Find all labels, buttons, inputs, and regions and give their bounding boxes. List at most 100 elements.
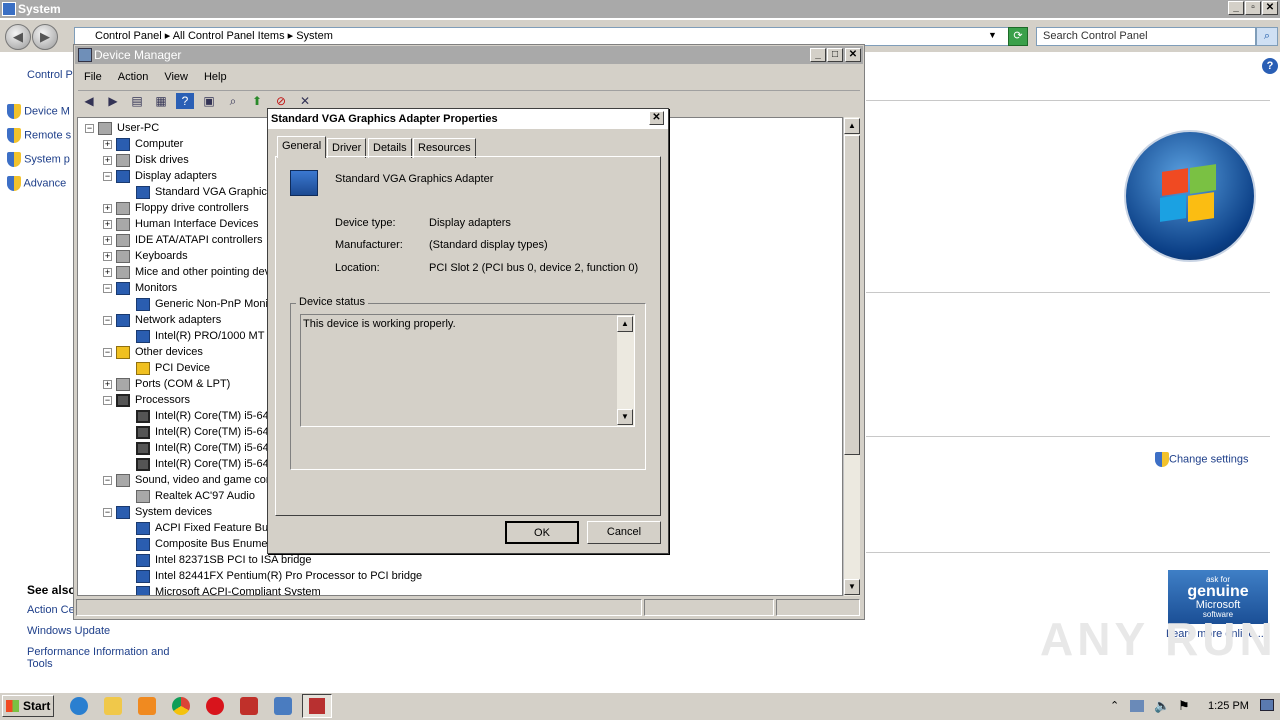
tree-device[interactable]: Realtek AC'97 Audio [136,488,255,504]
expand-toggle[interactable]: + [103,140,112,149]
expand-toggle[interactable]: + [103,252,112,261]
collapse-toggle[interactable]: − [85,124,94,133]
sidebar-link-system-protection[interactable]: System p [7,152,70,167]
back-arrow-icon[interactable]: ◀ [80,93,98,109]
collapse-toggle[interactable]: − [103,508,112,517]
tree-category[interactable]: System devices [116,504,212,520]
help-icon[interactable]: ? [176,93,194,109]
internet-explorer-icon[interactable] [70,697,88,715]
tree-category[interactable]: Computer [116,136,183,152]
malware-app-icon[interactable] [240,697,258,715]
start-button[interactable]: Start [2,695,54,717]
tree-device[interactable]: PCI Device [136,360,210,376]
tray-show-hidden-icon[interactable]: ⌃ [1110,699,1119,712]
expand-toggle[interactable]: + [103,204,112,213]
dm-close-button[interactable]: ✕ [845,48,861,62]
chrome-icon[interactable] [172,697,190,715]
sidebar-link-advanced[interactable]: Advance [7,176,66,191]
expand-toggle[interactable]: + [103,380,112,389]
tree-category[interactable]: User-PC [98,120,159,136]
breadcrumb-control-panel[interactable]: Control Panel [95,30,162,42]
status-scrollbar[interactable]: ▲ ▼ [617,315,634,426]
ok-button[interactable]: OK [505,521,579,544]
media-player-icon[interactable] [138,697,156,715]
tab-general[interactable]: General [277,136,327,158]
disable-device-icon[interactable]: ⊘ [272,93,290,109]
menu-view[interactable]: View [164,71,188,83]
clock[interactable]: 1:25 PM [1208,700,1249,712]
network-tray-icon[interactable] [1130,700,1144,712]
breadcrumb-all-items[interactable]: All Control Panel Items [173,30,285,42]
uninstall-device-icon[interactable]: ✕ [296,93,314,109]
dm-scrollbar[interactable]: ▲ ▼ [843,117,860,596]
menu-action[interactable]: Action [118,71,149,83]
menu-file[interactable]: File [84,71,102,83]
expand-toggle[interactable]: + [103,220,112,229]
tree-category[interactable]: Keyboards [116,248,188,264]
scroll-down-button[interactable]: ▼ [844,579,860,595]
device-status-textbox[interactable]: This device is working properly. ▲ ▼ [300,314,635,427]
change-settings-link[interactable]: Change settings [1155,452,1249,467]
tree-category[interactable]: Display adapters [116,168,217,184]
show-desktop-icon[interactable] [1260,699,1274,711]
remote-desktop-icon[interactable] [274,697,292,715]
sidebar-link-device-manager[interactable]: Device M [7,104,70,119]
scan-hardware-icon[interactable]: ⌕ [224,93,242,109]
forward-button[interactable]: ▶ [32,24,58,50]
close-button[interactable]: ✕ [1262,1,1278,15]
sidebar-link-remote[interactable]: Remote s [7,128,71,143]
expand-toggle[interactable]: + [103,268,112,277]
tree-device[interactable]: Intel 82441FX Pentium(R) Pro Processor t… [136,568,422,584]
tab-resources[interactable]: Resources [413,138,476,158]
minimize-button[interactable]: _ [1228,1,1244,15]
action-center-flag-icon[interactable]: ⚑ [1178,698,1190,714]
collapse-toggle[interactable]: − [103,284,112,293]
dm-minimize-button[interactable]: _ [810,48,826,62]
expand-toggle[interactable]: + [103,236,112,245]
menu-help[interactable]: Help [204,71,227,83]
dialog-close-button[interactable]: ✕ [649,111,664,125]
scroll-up-button[interactable]: ▲ [844,118,860,134]
tree-category[interactable]: Mice and other pointing devices [116,264,290,280]
collapse-toggle[interactable]: − [103,476,112,485]
tab-details[interactable]: Details [368,138,412,158]
performance-info-link[interactable]: Performance Information and Tools [27,646,177,670]
windows-update-link[interactable]: Windows Update [27,625,110,637]
help-icon[interactable]: ? [1262,58,1278,74]
tree-category[interactable]: Other devices [116,344,203,360]
view-icon[interactable]: ▣ [200,93,218,109]
collapse-toggle[interactable]: − [103,172,112,181]
tree-device[interactable]: Intel 82371SB PCI to ISA bridge [136,552,312,568]
tree-category[interactable]: Processors [116,392,190,408]
tree-device[interactable]: Microsoft ACPI-Compliant System [136,584,321,595]
tree-category[interactable]: IDE ATA/ATAPI controllers [116,232,263,248]
back-button[interactable]: ◀ [5,24,31,50]
tree-category[interactable]: Ports (COM & LPT) [116,376,230,392]
control-panel-home-link[interactable]: Control P [27,69,73,81]
address-dropdown-icon[interactable]: ▼ [988,30,997,40]
tree-category[interactable]: Floppy drive controllers [116,200,249,216]
tree-category[interactable]: Network adapters [116,312,221,328]
collapse-toggle[interactable]: − [103,316,112,325]
breadcrumb-system[interactable]: System [296,30,333,42]
status-scroll-up[interactable]: ▲ [617,316,633,332]
device-manager-taskbar-button[interactable] [302,694,332,718]
search-input[interactable]: Search Control Panel [1036,27,1256,46]
opera-icon[interactable] [206,697,224,715]
status-scroll-down[interactable]: ▼ [617,409,633,425]
collapse-toggle[interactable]: − [103,396,112,405]
action-center-link[interactable]: Action Ce [27,604,75,616]
volume-tray-icon[interactable]: 🔈 [1154,698,1170,714]
scroll-thumb[interactable] [844,135,860,455]
tree-device[interactable]: ACPI Fixed Feature Button [136,520,286,536]
update-driver-icon[interactable]: ⬆ [248,93,266,109]
show-hide-tree-icon[interactable]: ▤ [128,93,146,109]
tree-category[interactable]: Human Interface Devices [116,216,259,232]
explorer-folder-icon[interactable] [104,697,122,715]
tree-category[interactable]: Monitors [116,280,177,296]
expand-toggle[interactable]: + [103,156,112,165]
search-icon[interactable]: ⌕ [1256,27,1278,46]
tree-device[interactable]: Generic Non-PnP Monitor [136,296,281,312]
properties-icon[interactable]: ▦ [152,93,170,109]
restore-button[interactable]: ▫ [1245,1,1261,15]
